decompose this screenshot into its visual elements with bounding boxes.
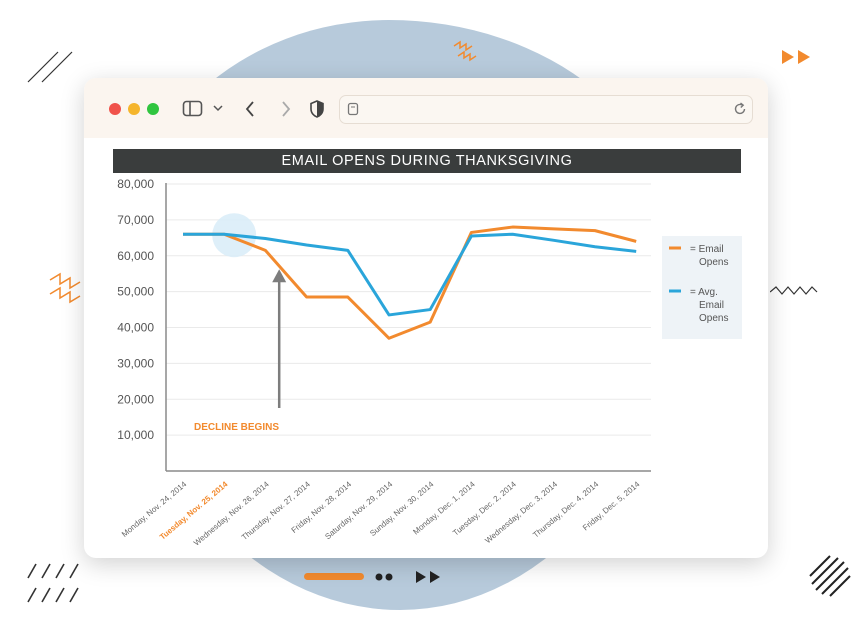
chevron-down-icon[interactable] (213, 104, 223, 112)
annotation-text: DECLINE BEGINS (194, 422, 279, 433)
x-tick-label: Thursday, Nov. 27, 2014 (240, 479, 312, 542)
forward-icon[interactable] (280, 99, 292, 119)
page-icon (347, 102, 359, 116)
y-tick-label: 30,000 (117, 356, 154, 370)
back-icon[interactable] (244, 99, 256, 119)
y-tick-label: 50,000 (117, 285, 154, 299)
close-window-button[interactable] (109, 103, 121, 115)
orange-zigzag-decoration (453, 40, 477, 62)
pagination-decoration (304, 571, 440, 583)
y-tick-label: 20,000 (117, 392, 154, 406)
sidebar-icon[interactable] (182, 100, 204, 118)
x-tick-label: Saturday, Nov. 29, 2014 (323, 479, 394, 541)
y-tick-label: 60,000 (117, 249, 154, 263)
browser-toolbar (84, 78, 768, 138)
y-tick-label: 40,000 (117, 321, 154, 335)
x-tick-label: Monday, Nov. 24, 2014 (120, 479, 189, 539)
y-tick-label: 80,000 (117, 178, 154, 191)
reload-icon[interactable] (733, 101, 747, 117)
orange-zigzag-left-decoration (49, 272, 81, 304)
orange-play-arrows-icon (782, 50, 810, 64)
maximize-window-button[interactable] (147, 103, 159, 115)
address-bar[interactable] (339, 95, 753, 124)
x-tick-label: Tuesday, Nov. 25, 2014 (158, 479, 230, 541)
chart-title: EMAIL OPENS DURING THANKSGIVING (113, 149, 741, 173)
x-tick-label: Wednesday, Nov. 26, 2014 (192, 479, 271, 547)
minimize-window-button[interactable] (128, 103, 140, 115)
diagonal-lines-decoration (809, 555, 851, 597)
line-chart: 10,000 20,000 30,000 40,000 50,000 60,000 70,0… (117, 178, 742, 548)
squiggle-decoration (770, 286, 818, 295)
shield-icon[interactable] (309, 99, 325, 119)
slash-lines-decoration (27, 51, 73, 83)
y-tick-label: 70,000 (117, 213, 154, 227)
x-tick-label: Wednesday, Dec. 3, 2014 (483, 479, 559, 545)
browser-window: EMAIL OPENS DURING THANKSGIVING 10,000 20… (84, 78, 768, 558)
y-tick-label: 10,000 (117, 428, 154, 442)
dashed-slashes-decoration (27, 563, 79, 603)
